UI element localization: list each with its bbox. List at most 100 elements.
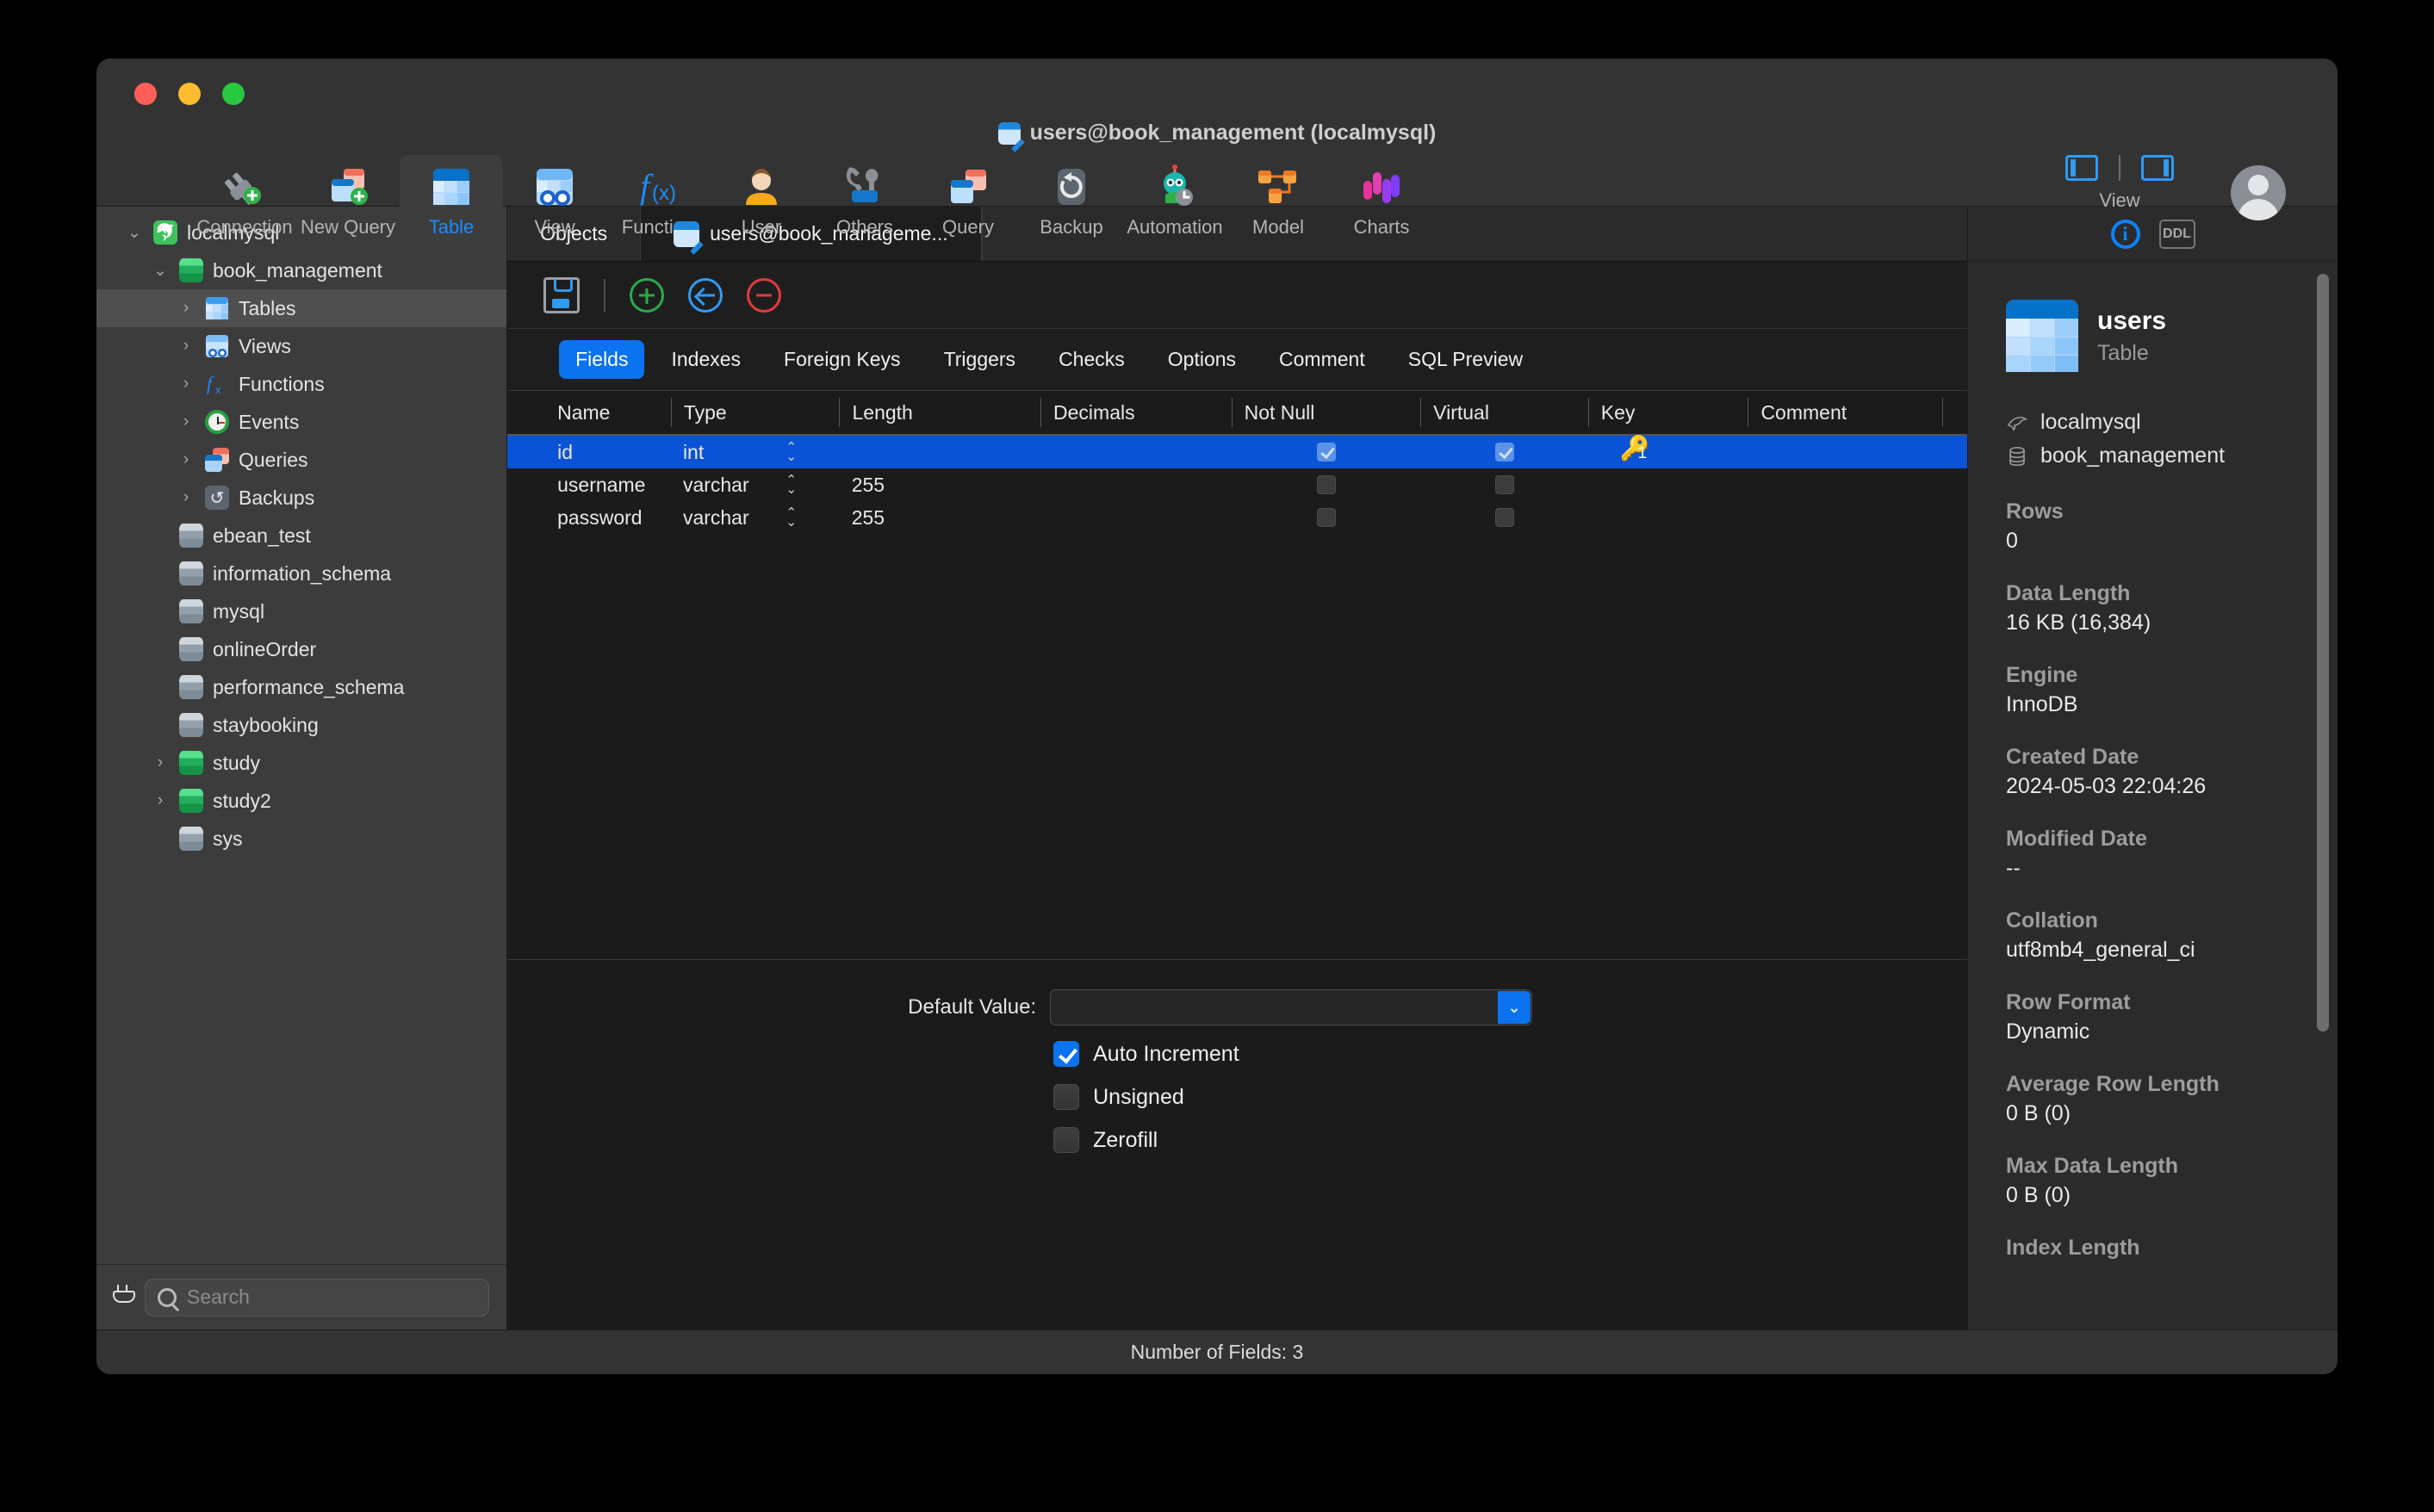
delete-field-button[interactable] — [747, 277, 782, 313]
toolbar-item-model[interactable]: Model — [1226, 155, 1330, 244]
tree-item-onlineorder[interactable]: › onlineOrder — [96, 630, 506, 668]
column-header-not-null[interactable]: Not Null — [1231, 398, 1421, 427]
tree-item-book-management[interactable]: ⌄ book_management — [96, 251, 506, 289]
column-header-name[interactable]: Name — [507, 398, 671, 427]
column-header-key[interactable]: Key — [1587, 398, 1748, 427]
tab-checks[interactable]: Checks — [1042, 340, 1141, 379]
save-button[interactable] — [543, 276, 581, 313]
tree-item-performance-schema[interactable]: › performance_schema — [96, 668, 506, 706]
toolbar-item-query[interactable]: Query — [916, 155, 1020, 244]
virtual-checkbox[interactable] — [1495, 508, 1515, 527]
toolbar-item-charts[interactable]: Charts — [1330, 155, 1433, 244]
table-row[interactable]: id int ⌃ ⌄ 🔑 1 — [507, 435, 1967, 468]
virtual-checkbox[interactable] — [1495, 443, 1515, 462]
toolbar-item-view[interactable]: View — [503, 155, 606, 244]
cell-name[interactable]: id — [507, 441, 671, 464]
tab-indexes[interactable]: Indexes — [655, 340, 757, 379]
toolbar-item-user[interactable]: User — [710, 155, 813, 244]
tree-item-tables[interactable]: › Tables — [96, 289, 507, 327]
table-row[interactable]: username varchar ⌃ ⌄ 255 — [507, 468, 1967, 501]
tree-item-study[interactable]: › study — [96, 744, 506, 782]
auto-increment-checkbox[interactable] — [1053, 1041, 1080, 1067]
toolbar-item-others[interactable]: Others — [813, 155, 916, 244]
stepper-icon[interactable]: ⌃ ⌄ — [783, 439, 800, 465]
stepper-icon[interactable]: ⌃ ⌄ — [783, 505, 800, 530]
tab-foreign-keys[interactable]: Foreign Keys — [767, 340, 917, 379]
chevron-down-icon[interactable]: ⌄ — [1498, 991, 1531, 1024]
search-input[interactable]: Search — [145, 1278, 490, 1317]
column-header-type[interactable]: Type — [670, 398, 840, 427]
tree-item-views[interactable]: › Views — [96, 327, 506, 365]
toolbar-item-automation[interactable]: Automation — [1123, 155, 1226, 244]
not-null-checkbox[interactable] — [1316, 443, 1336, 462]
info-panel-scrollbar[interactable] — [2317, 274, 2329, 1032]
chevron-right-icon[interactable]: › — [177, 488, 196, 507]
column-header-comment[interactable]: Comment — [1748, 398, 1942, 427]
cell-not-null[interactable] — [1232, 508, 1421, 527]
add-field-button[interactable] — [630, 277, 665, 313]
tab-sql-preview[interactable]: SQL Preview — [1392, 340, 1539, 379]
cell-virtual[interactable] — [1421, 443, 1589, 462]
unsigned-row[interactable]: Unsigned — [1053, 1084, 1967, 1110]
avatar[interactable] — [2231, 165, 2286, 220]
cell-type[interactable]: varchar ⌃ ⌄ — [671, 505, 840, 530]
chevron-right-icon[interactable]: › — [177, 412, 196, 431]
zerofill-checkbox[interactable] — [1053, 1127, 1080, 1153]
tab-fields[interactable]: Fields — [559, 340, 645, 379]
tree-item-events[interactable]: › Events — [96, 403, 506, 441]
maximize-button[interactable] — [222, 83, 245, 105]
stepper-icon[interactable]: ⌃ ⌄ — [783, 472, 800, 498]
chevron-right-icon[interactable]: › — [177, 299, 196, 318]
cell-name[interactable]: password — [507, 506, 671, 530]
cell-type[interactable]: int ⌃ ⌄ — [671, 439, 840, 465]
chevron-right-icon[interactable]: › — [177, 375, 196, 393]
toolbar-item-table[interactable]: Table — [400, 155, 503, 244]
default-value-input[interactable]: ⌄ — [1050, 989, 1533, 1026]
cell-length[interactable]: 255 — [840, 474, 1041, 497]
tab-comment[interactable]: Comment — [1263, 340, 1382, 379]
chevron-right-icon[interactable]: › — [177, 450, 196, 469]
insert-field-button[interactable] — [688, 277, 723, 313]
ddl-button[interactable]: DDL — [2158, 219, 2195, 249]
cell-not-null[interactable] — [1232, 475, 1421, 494]
zerofill-row[interactable]: Zerofill — [1053, 1127, 1967, 1153]
toggle-right-panel-button[interactable] — [2141, 155, 2174, 181]
toolbar-item-backup[interactable]: Backup — [1020, 155, 1123, 244]
tree-item-queries[interactable]: › Queries — [96, 441, 506, 479]
tree-item-staybooking[interactable]: › staybooking — [96, 706, 506, 744]
close-button[interactable] — [134, 83, 157, 105]
column-header-decimals[interactable]: Decimals — [1040, 398, 1232, 427]
chevron-right-icon[interactable]: › — [177, 337, 196, 356]
cell-type[interactable]: varchar ⌃ ⌄ — [671, 472, 840, 498]
tree-item-ebean-test[interactable]: › ebean_test — [96, 517, 506, 555]
info-icon[interactable]: i — [2110, 219, 2140, 249]
tree-item-study2[interactable]: › study2 — [96, 782, 506, 820]
cell-name[interactable]: username — [507, 474, 671, 497]
cell-length[interactable]: 255 — [840, 506, 1041, 530]
column-header-length[interactable]: Length — [839, 398, 1040, 427]
virtual-checkbox[interactable] — [1495, 475, 1515, 494]
tree-item-functions[interactable]: › f x Functions — [96, 365, 506, 403]
minimize-button[interactable] — [178, 83, 201, 105]
not-null-checkbox[interactable] — [1316, 475, 1336, 494]
not-null-checkbox[interactable] — [1316, 508, 1336, 527]
cell-virtual[interactable] — [1421, 475, 1589, 494]
toolbar-item-new-query[interactable]: New Query — [296, 155, 400, 244]
toggle-left-panel-button[interactable] — [2065, 155, 2098, 181]
connection-status-icon[interactable] — [112, 1284, 135, 1311]
unsigned-checkbox[interactable] — [1053, 1084, 1080, 1110]
toolbar-item-connection[interactable]: Connection — [193, 155, 296, 244]
table-row[interactable]: password varchar ⌃ ⌄ 255 — [507, 501, 1967, 534]
chevron-down-icon[interactable]: ⌄ — [125, 223, 144, 243]
column-header-virtual[interactable]: Virtual — [1420, 398, 1588, 427]
chevron-right-icon[interactable]: › — [151, 791, 170, 810]
tree-item-mysql[interactable]: › mysql — [96, 592, 506, 630]
tab-options[interactable]: Options — [1152, 340, 1252, 379]
tree-item-backups[interactable]: › ↺ Backups — [96, 479, 506, 517]
chevron-right-icon[interactable]: › — [151, 753, 170, 772]
cell-not-null[interactable] — [1232, 443, 1421, 462]
auto-increment-row[interactable]: Auto Increment — [1053, 1041, 1967, 1067]
tree-item-information-schema[interactable]: › information_schema — [96, 555, 506, 592]
chevron-down-icon[interactable]: ⌄ — [151, 261, 170, 281]
tab-triggers[interactable]: Triggers — [928, 340, 1033, 379]
